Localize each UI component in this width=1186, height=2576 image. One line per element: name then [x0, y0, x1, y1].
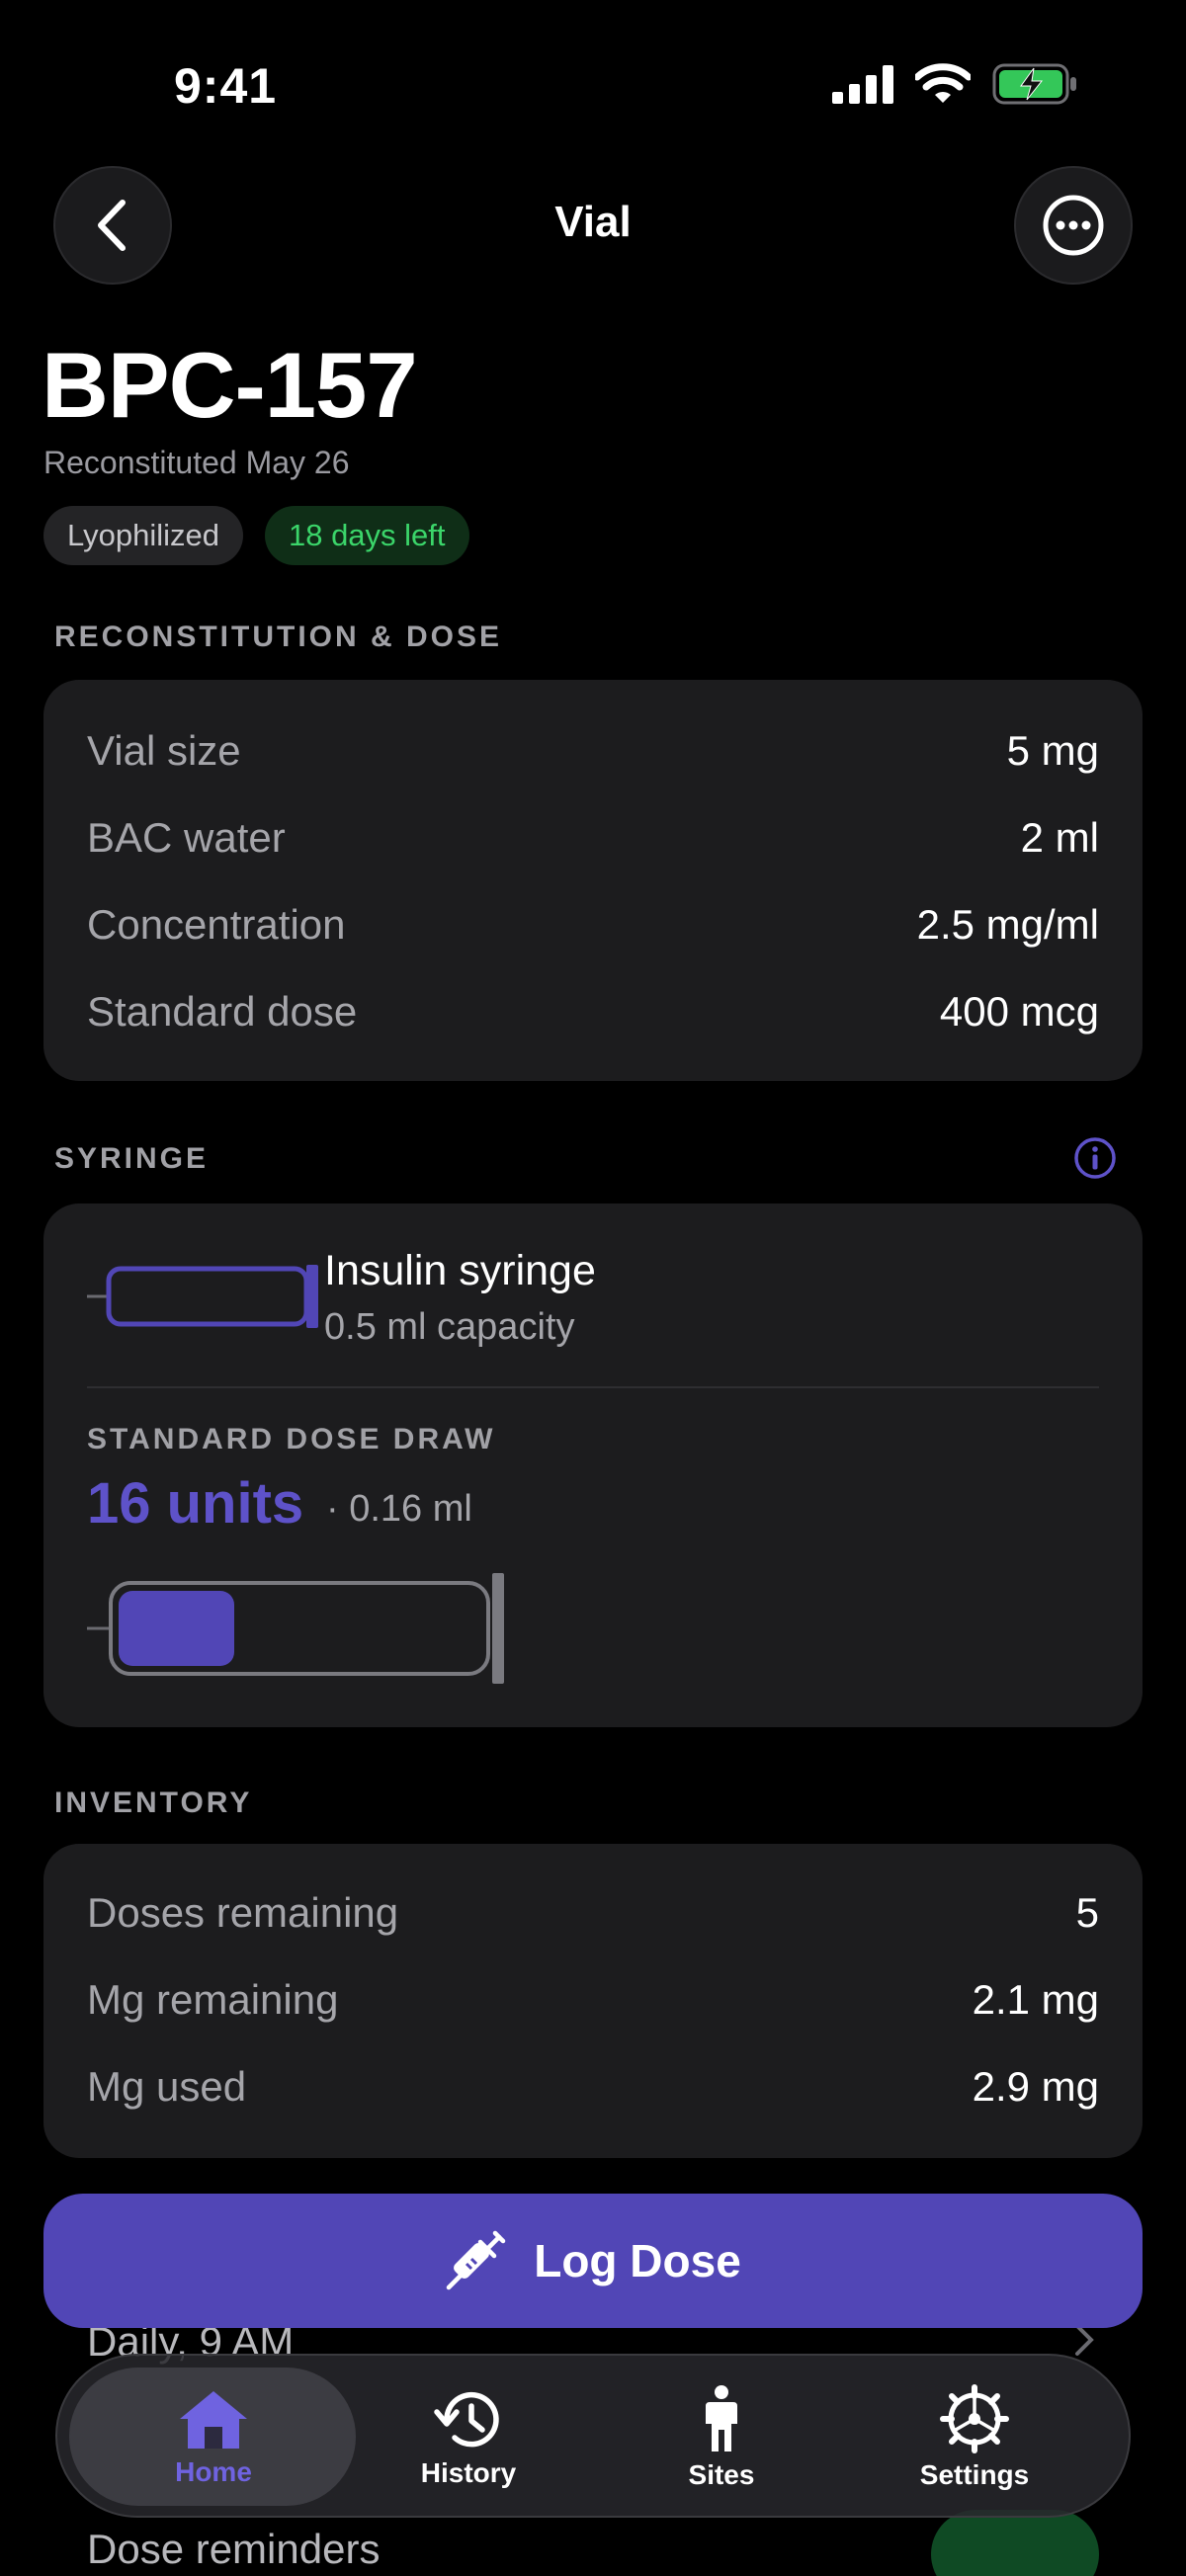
history-icon — [434, 2391, 499, 2448]
tab-home[interactable]: Home — [85, 2356, 342, 2520]
syringe-capacity: 0.5 ml capacity — [324, 1306, 575, 1348]
draw-label: STANDARD DOSE DRAW — [87, 1423, 496, 1455]
status-time: 9:41 — [174, 58, 278, 114]
detail-row: BAC water 2 ml — [87, 808, 1099, 868]
log-dose-label: Log Dose — [534, 2235, 741, 2286]
draw-ml: · 0.16 ml — [326, 1488, 472, 1530]
syringe-fill-gauge — [87, 1573, 504, 1684]
row-value: 400 mcg — [939, 988, 1099, 1035]
info-icon — [1074, 1137, 1116, 1179]
syringe-name: Insulin syringe — [324, 1247, 596, 1294]
section-label-inventory: INVENTORY — [54, 1787, 253, 1819]
log-dose-button[interactable]: Log Dose — [43, 2194, 1143, 2328]
tab-label: Home — [175, 2456, 252, 2487]
more-options-button[interactable] — [1014, 166, 1133, 285]
row-label: Vial size — [87, 727, 241, 774]
dose-reminders-toggle[interactable] — [931, 2510, 1099, 2576]
syringe-icon — [446, 2230, 506, 2290]
dose-reminders-row: Dose reminders — [87, 2526, 381, 2572]
row-label: Mg used — [87, 2063, 247, 2110]
reconstitution-card: Vial size 5 mg BAC water 2 ml Concentrat… — [43, 680, 1143, 1081]
row-label: Mg remaining — [87, 1976, 339, 2023]
person-icon — [706, 2385, 737, 2451]
divider — [87, 1386, 1099, 1388]
detail-row: Concentration 2.5 mg/ml — [87, 895, 1099, 955]
row-value: 5 mg — [1006, 727, 1099, 774]
tab-label: Sites — [688, 2459, 755, 2490]
syringe-fill-level — [119, 1591, 234, 1666]
row-value: 2 ml — [1020, 814, 1099, 861]
detail-row: Doses remaining 5 — [87, 1883, 1099, 1943]
badge-group: Lyophilized 18 days left — [43, 506, 469, 565]
row-label: Concentration — [87, 901, 346, 948]
detail-row: Standard dose 400 mcg — [87, 982, 1099, 1041]
cellular-signal-icon — [832, 65, 893, 104]
status-icons — [832, 63, 1077, 105]
vial-name: BPC-157 — [42, 333, 418, 437]
vial-subtitle: Reconstituted May 26 — [43, 445, 350, 480]
row-label: Standard dose — [87, 988, 358, 1035]
detail-row: Mg used 2.9 mg — [87, 2057, 1099, 2117]
detail-row: Vial size 5 mg — [87, 721, 1099, 781]
expiry-badge: 18 days left — [264, 506, 469, 565]
row-value: 2.5 mg/ml — [916, 901, 1099, 948]
wifi-icon — [915, 63, 971, 103]
section-label-syringe: SYRINGE — [54, 1142, 210, 1175]
home-icon — [180, 2391, 247, 2449]
syringe-thumbnail-icon — [87, 1265, 318, 1328]
section-label-reconstitution: RECONSTITUTION & DOSE — [54, 621, 503, 653]
ellipsis-circle-icon — [1043, 195, 1104, 256]
syringe-info-button[interactable] — [1073, 1136, 1117, 1185]
draw-units: 16 units — [87, 1471, 304, 1536]
tab-bar: Home History Sites Settings — [55, 2354, 1131, 2518]
tab-history[interactable]: History — [340, 2356, 597, 2520]
battery-charging-icon — [992, 63, 1076, 105]
row-label: BAC water — [87, 814, 286, 861]
tab-label: Settings — [919, 2459, 1030, 2490]
gear-icon — [940, 2384, 1009, 2453]
form-badge: Lyophilized — [43, 506, 243, 565]
inventory-card: Doses remaining 5 Mg remaining 2.1 mg Mg… — [43, 1844, 1143, 2158]
row-value: 5 — [1075, 1889, 1099, 1936]
row-value: 2.9 mg — [972, 2063, 1099, 2110]
tab-label: History — [420, 2457, 517, 2488]
nav-title: Vial — [554, 198, 632, 246]
detail-row: Mg remaining 2.1 mg — [87, 1970, 1099, 2030]
row-label: Doses remaining — [87, 1889, 399, 1936]
row-value: 2.1 mg — [972, 1976, 1099, 2023]
tab-settings[interactable]: Settings — [846, 2356, 1103, 2520]
status-bar: 9:41 — [0, 0, 1186, 148]
tab-sites[interactable]: Sites — [593, 2356, 850, 2520]
